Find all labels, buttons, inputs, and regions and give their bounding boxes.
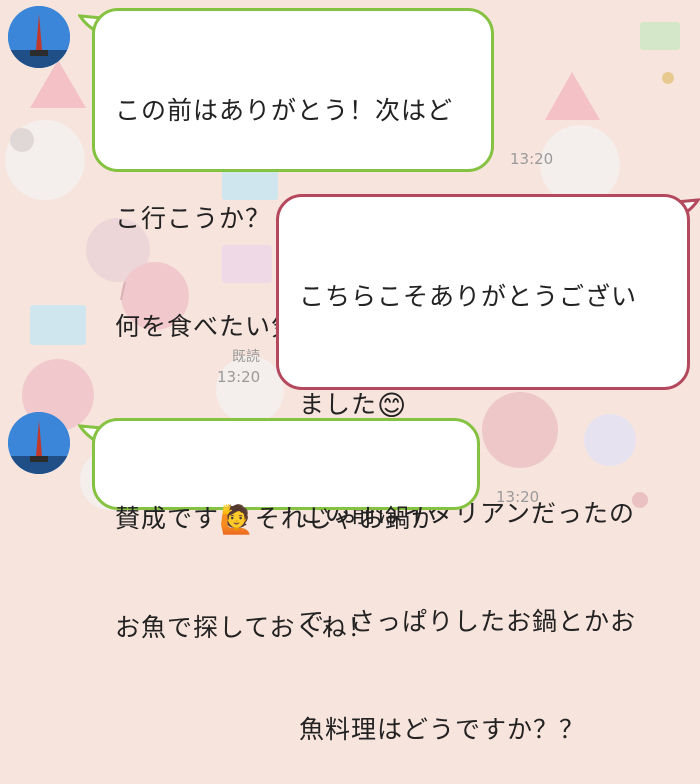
message-text: それじゃお鍋か	[254, 504, 437, 533]
friend-avatar[interactable]	[8, 6, 70, 68]
friend-avatar[interactable]	[8, 412, 70, 474]
message-timestamp: 13:20	[217, 368, 261, 386]
my-message-bubble[interactable]: こちらこそありがとうござい ました😊 この前はイタリアンだったの で、さっぱりし…	[276, 194, 690, 744]
message-line: 魚料理はどうですか？？	[299, 715, 586, 744]
raising-hand-icon: 🙋	[219, 503, 255, 536]
message-line: お魚で探しておくね！	[115, 613, 374, 642]
message-line: こちらこそありがとうござい	[299, 282, 638, 311]
message-text: 賛成です	[115, 504, 220, 533]
read-receipt: 既読	[232, 349, 260, 365]
message-timestamp: 13:20	[510, 150, 554, 168]
message-text: ました	[299, 390, 378, 419]
message-line: この前はありがとう！次はど	[115, 96, 454, 125]
friend-message-bubble[interactable]: 賛成です🙋それじゃお鍋か お魚で探しておくね！	[92, 418, 480, 642]
message-timestamp: 13:20	[496, 488, 540, 506]
friend-message-bubble[interactable]: この前はありがとう！次はど こ行こうか？ 何を食べたい気分かな〜？ 🤔	[92, 8, 494, 452]
